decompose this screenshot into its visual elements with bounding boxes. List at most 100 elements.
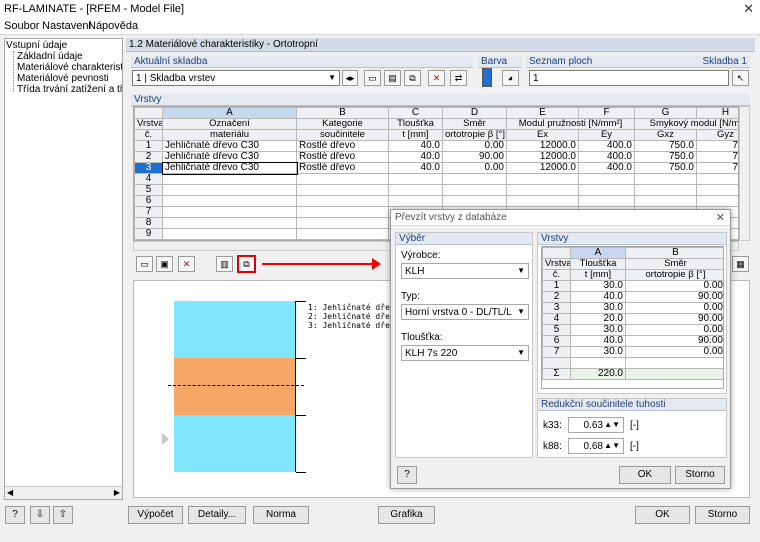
ok-button[interactable]: OK	[635, 506, 690, 524]
cell-t[interactable]: 30.0	[570, 280, 626, 292]
dialog-layers-grid[interactable]: A B Vrstva Tloušťka Směr č. t [mm] ortot…	[541, 246, 724, 389]
cell-b[interactable]: Rostlé dřevo	[296, 162, 389, 174]
cell-h[interactable]: 75.0	[696, 151, 738, 163]
help-icon[interactable]: ?	[5, 506, 25, 524]
dialog-cancel-button[interactable]: Storno	[675, 466, 725, 484]
norm-button[interactable]: Norma	[253, 506, 309, 524]
copy-layup-icon[interactable]: ⧉	[404, 70, 421, 86]
edit-layup-icon[interactable]: ▤	[384, 70, 401, 86]
cell-f[interactable]: 400.0	[578, 140, 635, 152]
table-row[interactable]: 1 30.0 0.00	[542, 280, 723, 292]
new-layup-icon[interactable]: ▭	[364, 70, 381, 86]
import-icon[interactable]: ⇩	[30, 506, 50, 524]
delete-row-icon[interactable]: ✕	[178, 256, 195, 272]
cell-a[interactable]	[162, 195, 297, 207]
cell-a[interactable]	[162, 228, 297, 240]
cell-b[interactable]: 90.00	[625, 313, 723, 325]
cell-e[interactable]	[506, 195, 579, 207]
calculate-button[interactable]: Výpočet	[128, 506, 183, 524]
table-row[interactable]: 4	[134, 173, 738, 185]
dialog-close-icon[interactable]: ✕	[716, 211, 725, 224]
spin-icon[interactable]: ▲▼	[604, 420, 620, 429]
cell-n[interactable]: 8	[134, 217, 163, 229]
table-row[interactable]: 7 30.0 0.00	[542, 346, 723, 358]
manufacturer-select[interactable]: KLH ▼	[401, 263, 529, 279]
cell-h[interactable]: 75.0	[696, 162, 738, 174]
cell-h[interactable]	[696, 195, 738, 207]
cell-g[interactable]: 750.0	[634, 151, 697, 163]
cell-h[interactable]	[696, 184, 738, 196]
table-row[interactable]: 3 30.0 0.00	[542, 302, 723, 314]
cell-t[interactable]: 20.0	[570, 313, 626, 325]
cell-a[interactable]: Jehličnaté dřevo C30	[162, 140, 297, 152]
cell-n[interactable]: 5	[542, 324, 571, 336]
delete-layup-icon[interactable]: ✕	[428, 70, 445, 86]
cell-d[interactable]	[442, 195, 507, 207]
color-swatch[interactable]	[482, 68, 492, 87]
graphics-button[interactable]: Grafika	[378, 506, 435, 524]
table-row[interactable]: 5	[134, 184, 738, 196]
menu-settings[interactable]: Nastavení	[42, 20, 92, 32]
cell-c[interactable]	[388, 173, 443, 185]
cell-n[interactable]: 3	[542, 302, 571, 314]
cell-b[interactable]	[296, 184, 389, 196]
scroll-left-icon[interactable]: ◀	[7, 488, 13, 497]
k88-input[interactable]: 0.68 ▲▼	[568, 438, 624, 454]
cell-d[interactable]	[442, 184, 507, 196]
scroll-right-icon[interactable]: ▶	[114, 488, 120, 497]
cell-n[interactable]: 1	[542, 280, 571, 292]
cell-g[interactable]	[634, 173, 697, 185]
cell-a[interactable]: Jehličnaté dřevo C30	[162, 151, 297, 163]
cell-a[interactable]: Jehličnaté dřevo C30	[161, 161, 298, 175]
current-layup-select[interactable]: 1 | Skladba vrstev ▼	[132, 70, 340, 86]
cell-g[interactable]: 750.0	[634, 140, 697, 152]
table-row[interactable]: 2 40.0 90.00	[542, 291, 723, 303]
menu-file[interactable]: Soubor	[4, 20, 39, 32]
cell-t[interactable]: 40.0	[570, 335, 626, 347]
thickness-select[interactable]: KLH 7s 220 ▼	[401, 345, 529, 361]
navigator-tree[interactable]: Vstupní údaje Základní údaje Materiálové…	[4, 38, 123, 500]
open-icon[interactable]: ▭	[136, 256, 153, 272]
table-row[interactable]: 1 Jehličnaté dřevo C30 Rostlé dřevo 40.0 0.0…	[134, 140, 738, 152]
dialog-ok-button[interactable]: OK	[619, 466, 671, 484]
type-select[interactable]: Horní vrstva 0 - DL/TL/L ▼	[401, 304, 529, 320]
cell-b[interactable]: 90.00	[625, 291, 723, 303]
cell-c[interactable]: 40.0	[388, 140, 443, 152]
cell-n[interactable]: 2	[542, 291, 571, 303]
cell-b[interactable]: 0.00	[625, 346, 723, 358]
cell-d[interactable]: 90.00	[442, 151, 507, 163]
cell-n[interactable]: 9	[134, 228, 163, 240]
cell-d[interactable]: 0.00	[442, 140, 507, 152]
cell-n[interactable]: 1	[134, 140, 163, 152]
tree-item-load-duration[interactable]: Třída trvání zatížení a třída pro	[17, 84, 122, 95]
cell-b[interactable]: 0.00	[625, 302, 723, 314]
k33-input[interactable]: 0.63 ▲▼	[568, 417, 624, 433]
cell-b[interactable]: 0.00	[625, 324, 723, 336]
tree-item-material-properties[interactable]: Materiálové charakteristiky	[17, 62, 122, 73]
import-from-database-button[interactable]: ⧉	[237, 255, 256, 273]
tree-horizontal-scrollbar[interactable]: ◀ ▶	[5, 486, 122, 499]
cell-t[interactable]: 40.0	[570, 291, 626, 303]
table-row[interactable]: 6	[134, 195, 738, 207]
table-row[interactable]: 3 Jehličnaté dřevo C30 Rostlé dřevo 40.0 0.0…	[134, 161, 738, 175]
pick-surface-icon[interactable]: ↖	[732, 70, 749, 86]
cancel-button[interactable]: Storno	[695, 506, 750, 524]
cell-a[interactable]	[162, 184, 297, 196]
cell-b[interactable]: Rostlé dřevo	[296, 151, 389, 163]
cell-e[interactable]: 12000.0	[506, 140, 579, 152]
table-row[interactable]: 6 40.0 90.00	[542, 335, 723, 347]
cell-b[interactable]	[296, 228, 389, 240]
details-button[interactable]: Detaily...	[188, 506, 246, 524]
table-row[interactable]: 5 30.0 0.00	[542, 324, 723, 336]
cell-c[interactable]	[388, 195, 443, 207]
cell-h[interactable]	[696, 173, 738, 185]
cell-e[interactable]: 12000.0	[506, 151, 579, 163]
cell-a[interactable]	[162, 217, 297, 229]
table-row[interactable]: 2 Jehličnaté dřevo C30 Rostlé dřevo 40.0 90.…	[134, 151, 738, 163]
palette-icon[interactable]: ◕	[502, 70, 519, 86]
tree-item-material-strengths[interactable]: Materiálové pevnosti	[17, 73, 109, 84]
cell-e[interactable]	[506, 173, 579, 185]
table-row[interactable]: 4 20.0 90.00	[542, 313, 723, 325]
library-icon[interactable]: ▥	[216, 256, 233, 272]
cell-f[interactable]	[578, 184, 635, 196]
